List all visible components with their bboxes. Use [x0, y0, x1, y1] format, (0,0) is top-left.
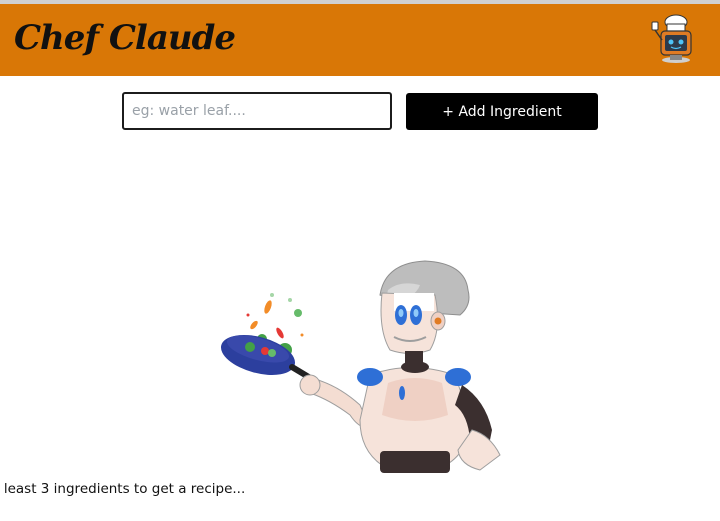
ingredient-hint: at least 3 ingredients to get a recipe..… [0, 481, 246, 497]
chef-robot-icon [651, 14, 692, 63]
add-ingredient-button[interactable]: + Add Ingredient [406, 93, 598, 130]
robot-head [379, 260, 470, 363]
ingredient-input[interactable] [122, 92, 392, 130]
brand-title: Chef Claude [14, 18, 236, 58]
robot-chef-cooking-icon [221, 260, 501, 473]
robot-body [357, 361, 501, 473]
app-header: Chef Claude [0, 4, 720, 76]
